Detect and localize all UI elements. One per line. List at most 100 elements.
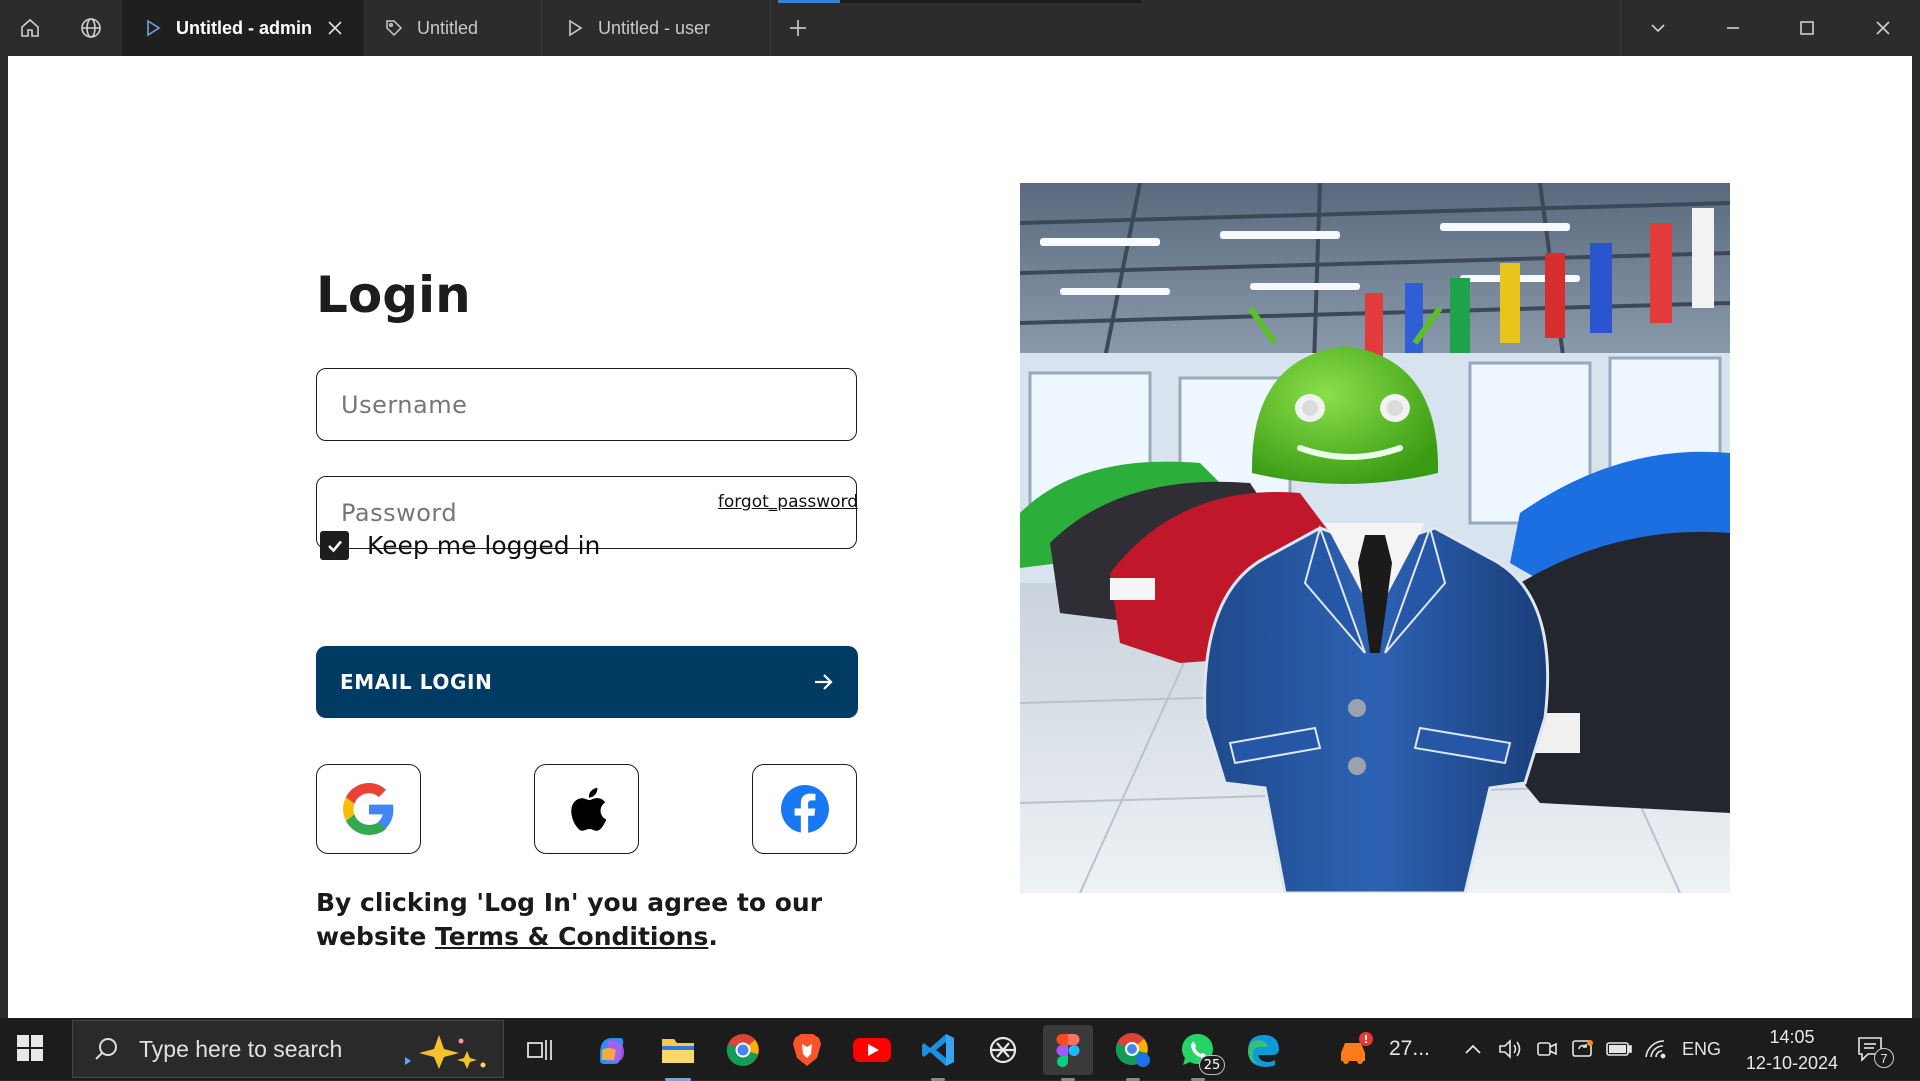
youtube-app[interactable] — [847, 1025, 897, 1075]
home-icon — [21, 18, 39, 37]
google-icon — [342, 783, 393, 835]
vscode-app[interactable] — [913, 1025, 963, 1081]
tab-divider — [1620, 0, 1621, 56]
chrome-app[interactable] — [718, 1025, 768, 1075]
vscode-icon — [922, 1034, 954, 1066]
edge-app[interactable] — [1238, 1025, 1288, 1075]
google-login-button[interactable] — [316, 764, 421, 854]
wifi-button[interactable] — [1643, 1018, 1669, 1080]
edge-icon — [1248, 1035, 1279, 1067]
tab-label: Untitled - user — [598, 17, 711, 38]
checkmark-icon — [327, 540, 342, 552]
copilot-sparkle-icon — [405, 1035, 486, 1069]
whatsapp-app[interactable]: 25 — [1173, 1025, 1225, 1081]
start-button[interactable] — [16, 1034, 44, 1067]
home-button[interactable] — [0, 0, 60, 56]
terms-notice: By clicking 'Log In' you agree to our we… — [316, 886, 876, 954]
copilot-icon — [600, 1038, 624, 1064]
sync-tray-button[interactable] — [1570, 1018, 1596, 1080]
apple-login-button[interactable] — [534, 764, 639, 854]
username-input[interactable] — [316, 368, 857, 441]
traffic-alert-icon — [1341, 1032, 1373, 1064]
camera-tray-button[interactable] — [1535, 1018, 1559, 1080]
keep-logged-in-label: Keep me logged in — [367, 531, 601, 560]
sync-icon — [1572, 1040, 1593, 1057]
new-tab-button[interactable] — [772, 0, 824, 56]
loading-progress-bar — [778, 0, 1141, 3]
close-tab-icon[interactable] — [325, 18, 345, 38]
file-explorer-app[interactable] — [653, 1025, 703, 1081]
page-title: Login — [316, 266, 471, 324]
language-label: ENG — [1682, 1038, 1722, 1059]
volume-button[interactable] — [1497, 1018, 1523, 1080]
language-indicator[interactable]: ENG — [1682, 1018, 1721, 1080]
weather-label: 27... — [1389, 1037, 1430, 1060]
facebook-login-button[interactable] — [752, 764, 857, 854]
tab-divider — [770, 0, 771, 56]
camera-icon — [1537, 1042, 1557, 1056]
show-hidden-icons-button[interactable] — [1462, 1018, 1484, 1080]
close-icon — [1876, 21, 1890, 35]
tab-untitled-user[interactable]: Untitled - user — [542, 0, 770, 56]
copilot-app[interactable] — [587, 1025, 637, 1075]
battery-icon — [1606, 1042, 1632, 1056]
windows-icon — [17, 1035, 43, 1061]
youtube-icon — [853, 1038, 891, 1062]
clock[interactable]: 14:05 12-10-2024 — [1746, 1024, 1838, 1076]
tab-label: Untitled - admin — [176, 17, 312, 38]
maximize-icon — [1800, 21, 1814, 35]
tab-label: Untitled — [417, 17, 479, 38]
plus-icon — [790, 20, 806, 36]
arrow-right-icon — [815, 674, 833, 690]
play-icon — [142, 17, 164, 39]
whatsapp-unread-badge: 25 — [1199, 1055, 1225, 1075]
taskbar: Type here to search 25 27... ENG 14:05 1… — [0, 1018, 1920, 1081]
maximize-button[interactable] — [1774, 0, 1840, 56]
brave-app[interactable] — [782, 1025, 832, 1075]
battery-button[interactable] — [1605, 1018, 1633, 1080]
globe-icon — [81, 18, 101, 38]
keep-logged-in-checkbox[interactable] — [320, 531, 349, 560]
tab-untitled[interactable]: Untitled — [363, 0, 541, 56]
notification-center-button[interactable]: 7 — [1856, 1018, 1894, 1080]
hero-illustration — [1020, 183, 1730, 893]
play-icon — [564, 17, 586, 39]
search-placeholder: Type here to search — [139, 1035, 343, 1062]
search-icon — [95, 1038, 117, 1060]
page-viewport: Login forgot_password Keep me logged in … — [8, 56, 1912, 1018]
chevron-down-icon — [1651, 24, 1665, 33]
folder-icon — [662, 1039, 694, 1063]
minimize-button[interactable] — [1700, 0, 1766, 56]
tab-untitled-admin[interactable]: Untitled - admin — [122, 0, 363, 56]
forgot-password-link[interactable]: forgot_password — [718, 492, 858, 512]
figma-app[interactable] — [1043, 1025, 1093, 1081]
chrome-icon — [726, 1034, 759, 1066]
chatgpt-icon — [989, 1036, 1017, 1064]
email-login-button[interactable]: EMAIL LOGIN — [316, 646, 858, 718]
keep-logged-in-row: Keep me logged in — [320, 531, 600, 560]
tab-list-button[interactable] — [1625, 0, 1691, 56]
weather-widget[interactable]: 27... — [1335, 1018, 1430, 1080]
browser-tab-bar: Untitled - admin Untitled Untitled - use… — [0, 0, 1920, 56]
taskbar-search[interactable]: Type here to search — [72, 1020, 504, 1078]
minimize-icon — [1727, 27, 1739, 29]
date-label: 12-10-2024 — [1745, 1053, 1838, 1073]
progress-fill — [778, 0, 840, 3]
notification-count-badge: 7 — [1874, 1048, 1894, 1068]
chevron-up-icon — [1465, 1044, 1481, 1054]
apple-icon — [570, 787, 606, 831]
close-window-button[interactable] — [1850, 0, 1916, 56]
task-view-button[interactable] — [515, 1025, 565, 1075]
facebook-icon — [780, 785, 829, 834]
figma-icon — [1056, 1034, 1080, 1067]
globe-button[interactable] — [60, 0, 122, 56]
terms-period: . — [708, 922, 718, 951]
terms-link[interactable]: Terms & Conditions — [435, 922, 708, 951]
time-label: 14:05 — [1769, 1027, 1815, 1047]
tag-icon — [383, 17, 405, 39]
task-view-icon — [527, 1040, 552, 1060]
wifi-icon — [1645, 1040, 1666, 1059]
chatgpt-app[interactable] — [978, 1025, 1028, 1075]
brave-icon — [793, 1034, 821, 1066]
chrome-profile-app[interactable] — [1108, 1025, 1158, 1081]
